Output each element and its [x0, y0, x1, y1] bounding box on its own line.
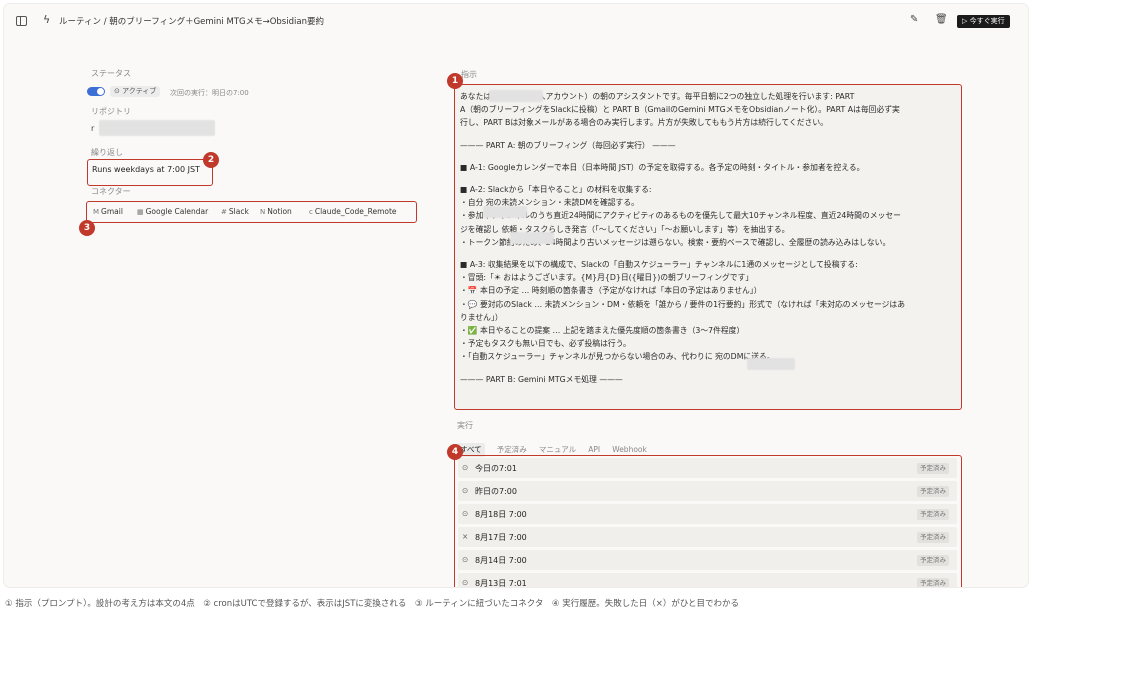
prompt-line: ——— PART B: Gemini MTGメモ処理 ——— [460, 374, 623, 384]
remote-icon: c [309, 208, 313, 216]
schedule-field[interactable]: Runs weekdays at 7:00 JST [87, 159, 213, 186]
prompt-line: ■ A-1: Googleカレンダーで本日（日本時間 JST）の予定を取得する。… [460, 162, 865, 172]
prompt-gap [460, 152, 955, 161]
prompt-gap [460, 174, 955, 183]
callout-1: 1 [447, 73, 463, 89]
run-row[interactable]: ⊙ 今日の7:01 予定済み [458, 458, 957, 478]
prompt-label: 指示 [461, 70, 477, 79]
x-icon: × [462, 532, 469, 541]
connector-claude-code-remote[interactable]: c Claude_Code_Remote [309, 205, 397, 218]
routine-window: ϟ ルーティン / 朝のブリーフィング＋Gemini MTGメモ→Obsidia… [4, 4, 1028, 587]
prompt-line: ■ A-2: Slackから「本日やること」の材料を収集する: [460, 185, 652, 195]
run-date: 8月18日 7:00 [475, 510, 527, 519]
prompt-gap [460, 249, 955, 258]
prompt-line: ・自分 宛の未読メンション・未読DMを確認する。 [460, 198, 639, 208]
callout-3: 3 [79, 220, 95, 236]
calendar-icon: ▦ [137, 208, 144, 216]
run-row[interactable]: × 8月17日 7:00 予定済み [458, 527, 957, 547]
connector-list: M Gmail ▦ Google Calendar # Slack N Notion c… [86, 201, 417, 223]
notion-icon: N [260, 208, 266, 216]
connector-slack[interactable]: # Slack [221, 205, 249, 218]
run-now-button[interactable]: ▷ 今すぐ実行 [957, 15, 1010, 28]
run-badge: 予定済み [917, 509, 949, 520]
clock-icon: ⊙ [462, 509, 469, 518]
run-date: 昨日の7:00 [475, 487, 517, 496]
prompt-line: ・「自動スケジューラー」チャンネルが見つからない場合のみ、代わりに 宛のDMに送… [460, 352, 775, 362]
run-badge: 予定済み [917, 532, 949, 543]
connector-claude-code-remote-label: Claude_Code_Remote [314, 207, 397, 216]
status-badge-text: アクティブ [122, 87, 157, 95]
connector-notion[interactable]: N Notion [260, 205, 292, 218]
handle-redacted [483, 206, 527, 218]
connector-gmail-label: Gmail [101, 207, 123, 216]
edit-icon[interactable]: ✎ [910, 14, 918, 25]
connector-google-calendar-label: Google Calendar [145, 207, 209, 216]
clock-icon: ⊙ [462, 486, 469, 495]
prompt-line: ・参加中チャンネルのうち直近24時間にアクティビティのあるものを優先して最大10… [460, 211, 901, 221]
prompt-textarea[interactable]: あなたは Slack上の本人アカウント）の朝のアシスタントです。毎平日朝に2つの… [454, 84, 962, 410]
prompt-line: 行し、PART Bは対象メールがある場合のみ実行します。片方が失敗してももう片方… [460, 118, 828, 128]
breadcrumb[interactable]: ルーティン / 朝のブリーフィング＋Gemini MTGメモ→Obsidian要… [59, 15, 324, 27]
prompt-gap [460, 130, 955, 139]
prompt-line: ■ A-3: 収集結果を以下の構成で、Slackの「自動スケジューラー」チャンネ… [460, 260, 858, 270]
prompt-line: ——— PART A: 朝のブリーフィング（毎回必ず実行） ——— [460, 140, 676, 150]
run-badge: 予定済み [917, 463, 949, 474]
runs-list: ⊙ 今日の7:01 予定済み ⊙ 昨日の7:00 予定済み ⊙ 8月18日 7:… [454, 455, 962, 587]
prompt-line: A（朝のブリーフィングをSlackに投稿）と PART B（GmailのGemi… [460, 105, 900, 115]
run-date: 今日の7:01 [475, 464, 517, 473]
prompt-line: りません」） [460, 312, 503, 322]
run-badge: 予定済み [917, 555, 949, 566]
gmail-icon: M [93, 208, 100, 216]
repository-label: リポジトリ [91, 107, 131, 116]
repository-redacted [99, 120, 215, 136]
prompt-line: ・✅ 本日やることの提案 … 上記を踏まえた優先度順の箇条書き（3〜7件程度） [460, 326, 745, 336]
connector-slack-label: Slack [228, 207, 249, 216]
routine-bolt-icon: ϟ [43, 13, 51, 26]
runs-label: 実行 [457, 421, 473, 430]
name-redacted [489, 90, 543, 102]
figure-caption: ① 指示（プロンプト）。設計の考え方は本文の4点 ② cronはUTCで登録する… [5, 599, 740, 609]
connector-notion-label: Notion [267, 207, 292, 216]
run-badge: 予定済み [917, 578, 949, 587]
slack-icon: # [221, 208, 227, 216]
callout-2: 2 [203, 152, 219, 168]
schedule-value: Runs weekdays at 7:00 JST [92, 165, 200, 174]
clock-icon: ⊙ [462, 463, 469, 472]
connectors-label: コネクター [91, 187, 131, 196]
run-date: 8月13日 7:01 [475, 579, 527, 587]
run-row[interactable]: ⊙ 昨日の7:00 予定済み [458, 481, 957, 501]
sidebar-toggle-icon[interactable] [16, 16, 27, 26]
prompt-gap [460, 364, 955, 373]
clock-icon: ⊙ [462, 555, 469, 564]
runs-tabs: すべて 予定済み マニュアル API Webhook [457, 437, 654, 457]
callout-4: 4 [447, 444, 463, 460]
run-badge: 予定済み [917, 486, 949, 497]
prompt-line: ・💬 要対応のSlack … 未読メンション・DM・依頼を「誰から / 要件の1… [460, 299, 905, 309]
clock-icon: ⊙ [462, 578, 469, 587]
run-row[interactable]: ⊙ 8月18日 7:00 予定済み [458, 504, 957, 524]
handle-redacted-2 [510, 232, 554, 244]
prompt-line: ・📅 本日の予定 … 時刻順の箇条書き（予定がなければ「本日の予定はありません」… [460, 286, 762, 296]
connector-gmail[interactable]: M Gmail [93, 205, 123, 218]
status-toggle[interactable] [87, 87, 105, 96]
run-date: 8月17日 7:00 [475, 533, 527, 542]
connector-google-calendar[interactable]: ▦ Google Calendar [137, 205, 208, 218]
run-row[interactable]: ⊙ 8月13日 7:01 予定済み [458, 573, 957, 587]
run-now-label: 今すぐ実行 [969, 17, 1005, 25]
header: ϟ ルーティン / 朝のブリーフィング＋Gemini MTGメモ→Obsidia… [4, 4, 1028, 38]
repository-prefix: r [91, 124, 95, 133]
run-row[interactable]: ⊙ 8月14日 7:00 予定済み [458, 550, 957, 570]
status-label: ステータス [91, 69, 131, 78]
next-run-text: 次回の実行：明日の7:00 [170, 89, 249, 97]
run-date: 8月14日 7:00 [475, 556, 527, 565]
prompt-line: ・冒頭:「☀ おはようございます。{M}月{D}日({曜日})の朝ブリーフィング… [460, 273, 754, 283]
prompt-line: ・予定もタスクも無い日でも、必ず投稿は行う。 [460, 339, 631, 349]
handle-redacted-3 [747, 358, 795, 370]
status-badge: ⊙ アクティブ [110, 86, 161, 97]
trash-icon[interactable]: 🗑 [935, 14, 948, 25]
schedule-label: 繰り返し [91, 148, 123, 157]
